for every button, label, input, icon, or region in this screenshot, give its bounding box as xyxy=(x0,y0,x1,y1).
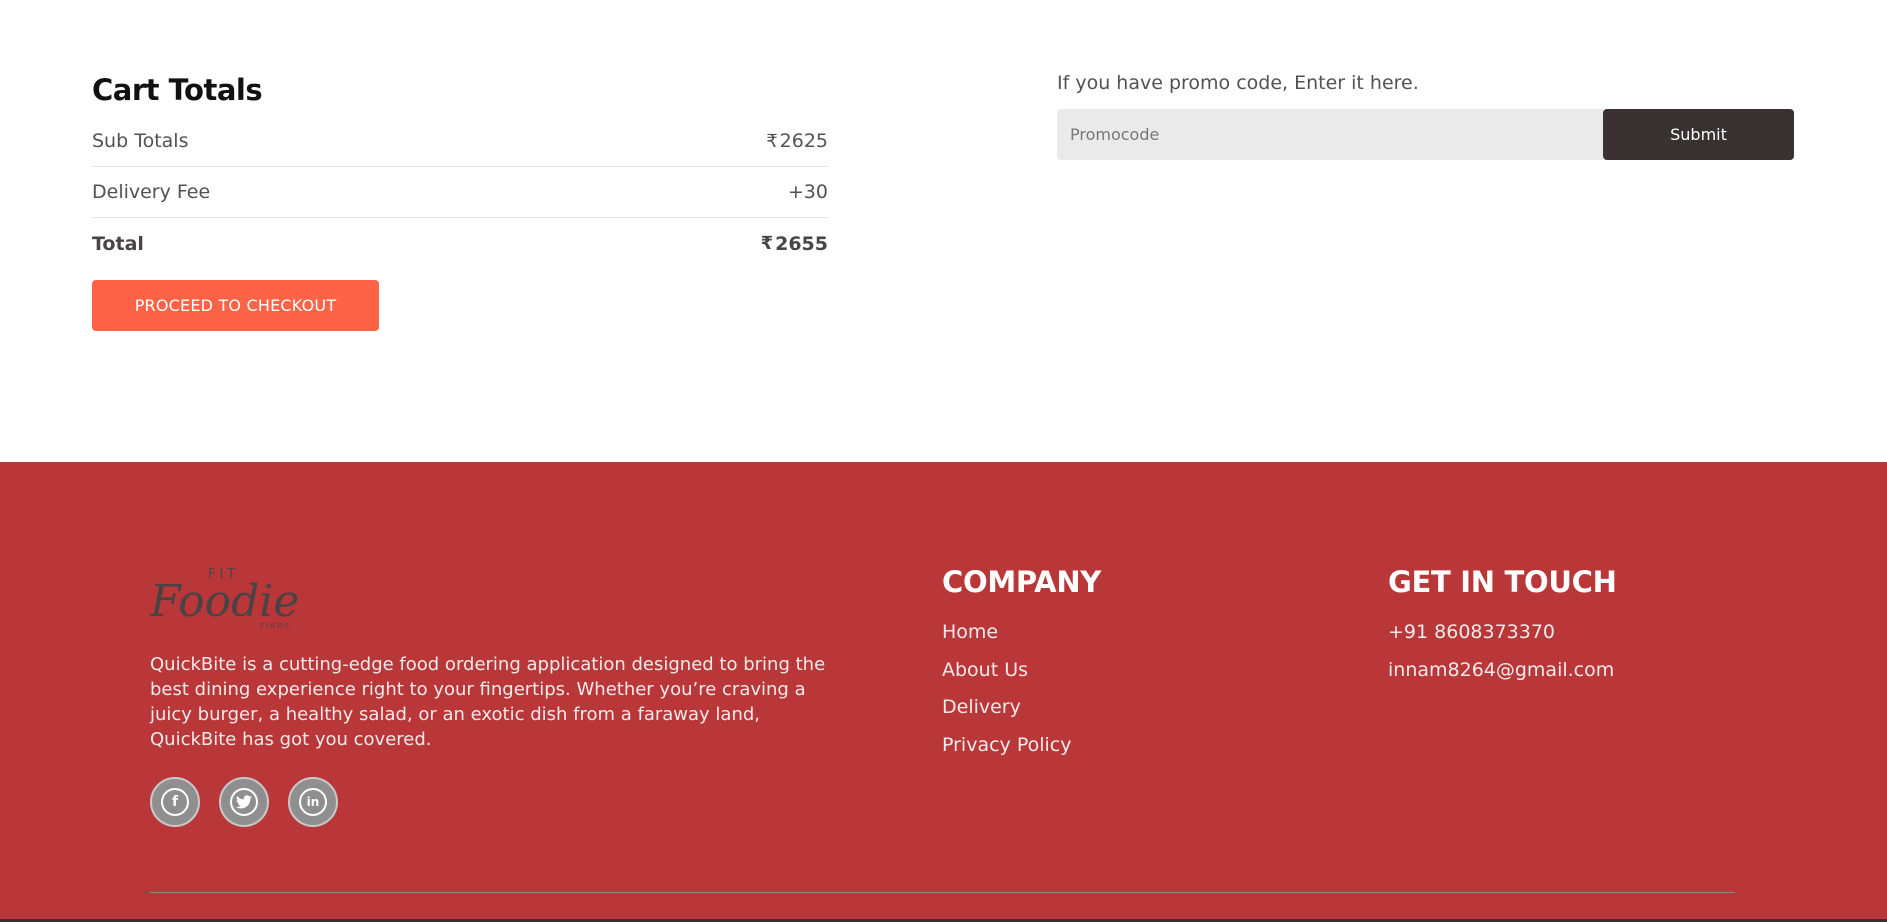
svg-text:FINDS: FINDS xyxy=(260,622,291,630)
company-links: Home About Us Delivery Privacy Policy xyxy=(942,614,1101,764)
site-footer: FIT Foodie FINDS QuickBite is a cutting-… xyxy=(0,462,1887,922)
contact-email: innam8264@gmail.com xyxy=(1388,658,1615,681)
twitter-button[interactable] xyxy=(219,777,269,827)
promo-submit-button[interactable]: Submit xyxy=(1603,109,1794,160)
total-label: Total xyxy=(92,232,144,255)
footer-contact-column: GET IN TOUCH +91 8608373370 innam8264@gm… xyxy=(1388,562,1617,689)
footer-about-text: QuickBite is a cutting-edge food orderin… xyxy=(150,654,826,750)
rupee-icon: ₹ xyxy=(766,130,778,152)
linkedin-icon: in xyxy=(299,788,327,816)
total-amount: ₹ 2655 xyxy=(761,233,828,255)
cart-totals-title: Cart Totals xyxy=(92,73,263,107)
contact-phone: +91 8608373370 xyxy=(1388,621,1556,643)
footer-divider xyxy=(150,892,1735,893)
delivery-fee-value: +30 xyxy=(787,181,828,203)
promo-code-form: Submit xyxy=(1057,109,1794,160)
rupee-icon: ₹ xyxy=(760,233,774,254)
delivery-fee-amount: +30 xyxy=(788,181,828,203)
footer-brand: FIT Foodie FINDS QuickBite is a cutting-… xyxy=(150,562,830,827)
linkedin-button[interactable]: in xyxy=(288,777,338,827)
promo-code-section: If you have promo code, Enter it here. S… xyxy=(1057,70,1794,160)
delivery-fee-row: Delivery Fee +30 xyxy=(92,167,828,218)
svg-text:Foodie: Foodie xyxy=(150,576,299,627)
footer-link-delivery[interactable]: Delivery xyxy=(942,689,1101,727)
total-row: Total ₹ 2655 xyxy=(92,218,828,269)
footer-company-column: COMPANY Home About Us Delivery Privacy P… xyxy=(942,562,1101,764)
subtotal-row: Sub Totals ₹ 2625 xyxy=(92,116,828,167)
footer-link-about-us[interactable]: About Us xyxy=(942,652,1101,690)
footer-link-privacy-policy[interactable]: Privacy Policy xyxy=(942,727,1101,765)
subtotal-amount: ₹ 2625 xyxy=(766,130,828,152)
get-in-touch-title: GET IN TOUCH xyxy=(1388,565,1617,599)
promo-code-label: If you have promo code, Enter it here. xyxy=(1057,72,1419,94)
twitter-icon xyxy=(230,788,258,816)
contact-list: +91 8608373370 innam8264@gmail.com xyxy=(1388,614,1617,689)
foodie-finds-logo[interactable]: FIT Foodie FINDS xyxy=(150,562,302,630)
total-value: 2655 xyxy=(775,232,828,255)
company-title: COMPANY xyxy=(942,565,1102,599)
proceed-to-checkout-button[interactable]: PROCEED TO CHECKOUT xyxy=(92,280,379,331)
facebook-button[interactable]: f xyxy=(150,777,200,827)
delivery-fee-label: Delivery Fee xyxy=(92,181,211,203)
facebook-icon: f xyxy=(161,788,189,816)
subtotal-label: Sub Totals xyxy=(92,130,189,152)
cart-totals: Cart Totals Sub Totals ₹ 2625 Delivery F… xyxy=(92,70,828,331)
subtotal-value: 2625 xyxy=(779,130,828,152)
footer-link-home[interactable]: Home xyxy=(942,614,1101,652)
promo-code-input[interactable] xyxy=(1057,109,1603,160)
social-links: f in xyxy=(150,777,830,827)
